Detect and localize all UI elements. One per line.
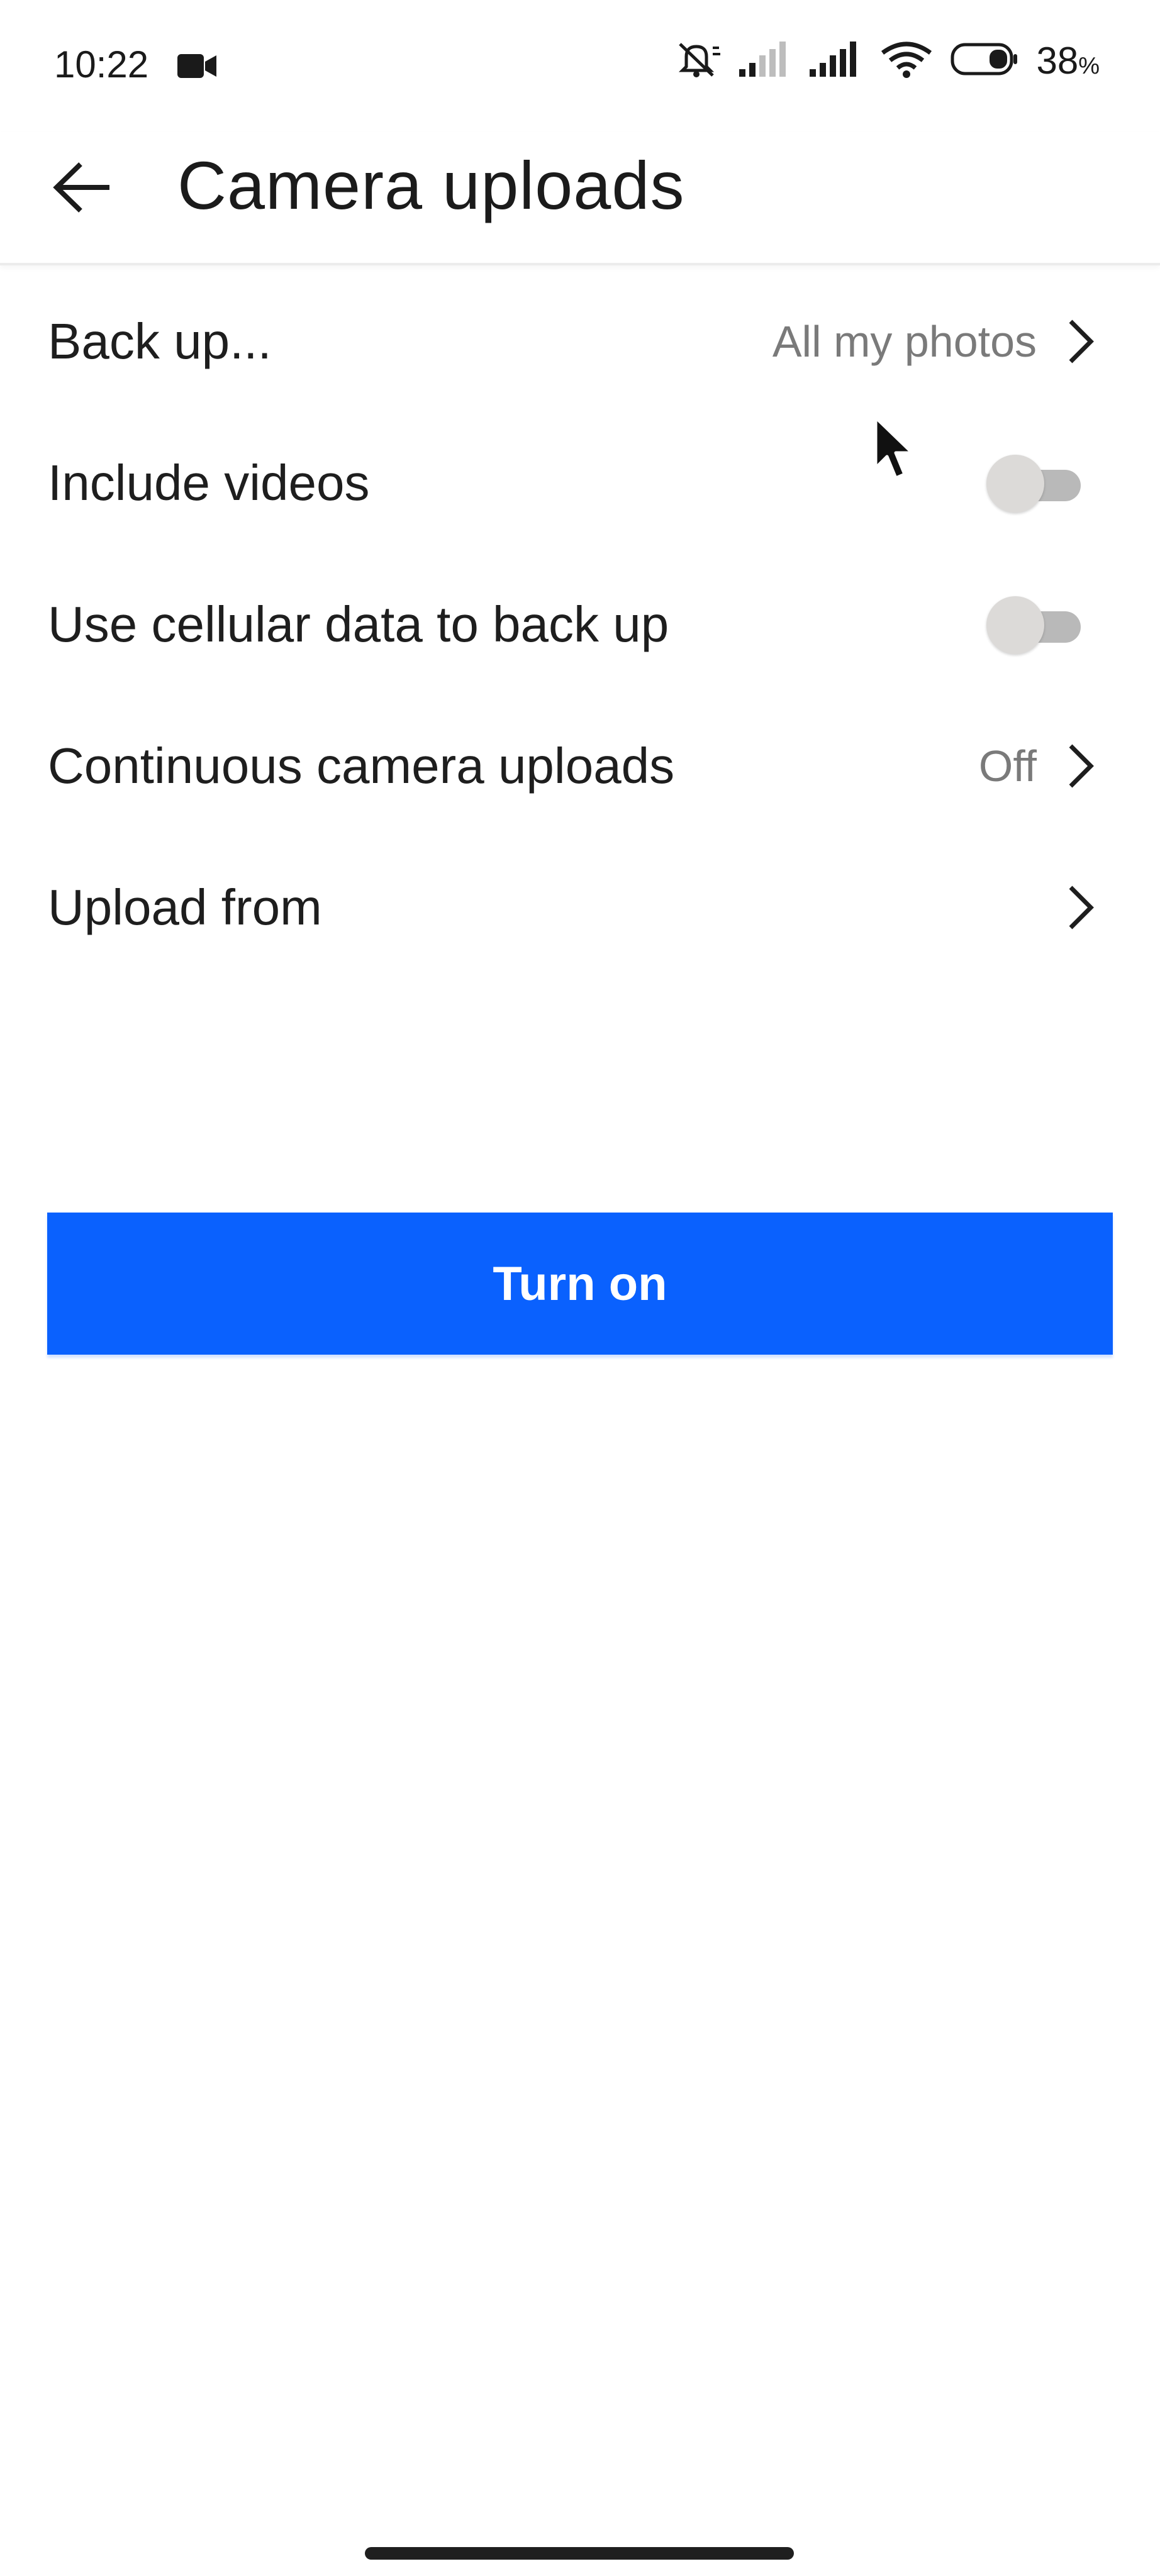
wifi-icon	[880, 40, 933, 81]
turn-on-button[interactable]: Turn on	[47, 1213, 1113, 1355]
battery-level: 38%	[1036, 40, 1100, 82]
status-icons: 38%	[674, 39, 1100, 82]
home-indicator[interactable]	[365, 2547, 794, 2560]
setting-include-videos: Include videos	[0, 412, 1160, 553]
setting-upload-from[interactable]: Upload from	[0, 836, 1160, 978]
setting-label: Use cellular data to back up	[48, 596, 669, 652]
toggle-thumb	[986, 454, 1044, 513]
cell-signal-icon	[810, 42, 862, 80]
page-title: Camera uploads	[177, 147, 685, 223]
toggle-thumb	[986, 596, 1044, 654]
setting-back-up[interactable]: Back up... All my photos	[0, 270, 1160, 412]
chevron-right-icon	[1069, 319, 1094, 363]
video-camera-icon	[177, 52, 218, 84]
app-bar: Camera uploads	[0, 132, 1160, 265]
setting-label: Continuous camera uploads	[48, 737, 675, 794]
muted-bell-icon	[674, 39, 722, 82]
setting-value: Off	[978, 741, 1037, 791]
cellular-data-toggle[interactable]	[986, 596, 1081, 654]
chevron-right-icon	[1069, 886, 1094, 929]
battery-icon	[951, 43, 1018, 79]
mouse-cursor-icon	[873, 415, 918, 486]
cell-signal-icon	[739, 42, 792, 80]
chevron-right-icon	[1069, 744, 1094, 787]
setting-label: Upload from	[48, 879, 322, 935]
settings-list: Back up... All my photos Include videos …	[0, 270, 1160, 978]
setting-cellular-data: Use cellular data to back up	[0, 553, 1160, 695]
back-button[interactable]	[45, 150, 121, 225]
include-videos-toggle[interactable]	[986, 454, 1081, 513]
camera-uploads-screen: 10:22 38% Camera uploads Back up... All …	[0, 0, 1160, 2576]
status-time: 10:22	[54, 43, 149, 86]
turn-on-button-label: Turn on	[493, 1257, 667, 1311]
setting-label: Include videos	[48, 454, 370, 511]
setting-label: Back up...	[48, 313, 272, 369]
status-bar: 10:22 38%	[0, 0, 1160, 132]
setting-continuous-uploads[interactable]: Continuous camera uploads Off	[0, 695, 1160, 836]
arrow-left-icon	[53, 162, 109, 213]
setting-value: All my photos	[772, 316, 1037, 366]
